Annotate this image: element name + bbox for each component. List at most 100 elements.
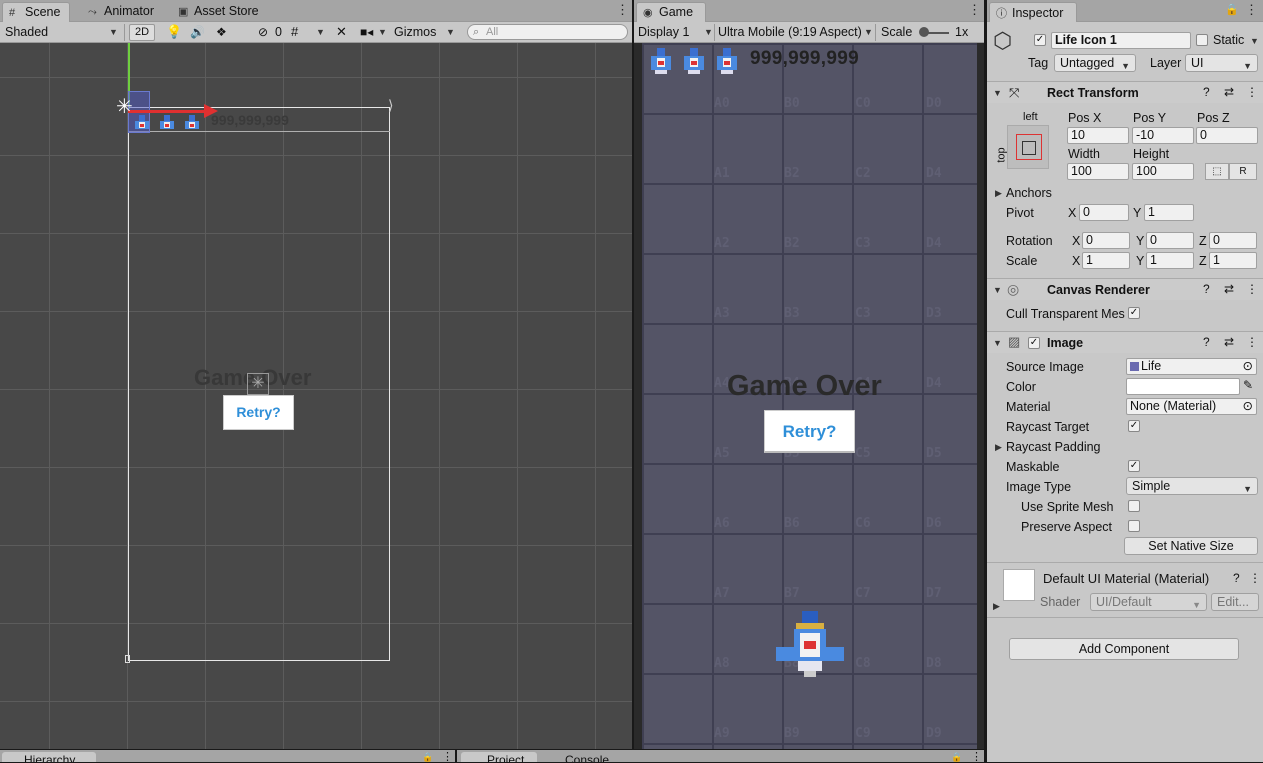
chevron-down-icon[interactable]: ▼ xyxy=(446,27,455,37)
scale-slider-handle[interactable] xyxy=(919,27,929,37)
blueprint-mode-button[interactable]: ⬚ xyxy=(1205,163,1229,180)
tag-dropdown[interactable]: Untagged ▼ xyxy=(1054,54,1136,72)
tab-hierarchy[interactable]: Hierarchy xyxy=(2,752,96,762)
scale-y-field[interactable]: 1 xyxy=(1146,252,1194,269)
pivot-x-field[interactable]: 0 xyxy=(1079,204,1129,221)
use-sprite-mesh-checkbox[interactable] xyxy=(1128,500,1140,512)
shader-dropdown[interactable]: UI/Default ▼ xyxy=(1090,593,1207,611)
lock-icon[interactable]: 🔒 xyxy=(1225,4,1239,16)
shader-edit-button[interactable]: Edit... xyxy=(1211,593,1259,611)
hidden-objects-icon[interactable]: ⊘ xyxy=(258,22,268,42)
lock-icon[interactable]: 🔒 xyxy=(951,752,962,763)
chevron-down-icon[interactable]: ▼ xyxy=(862,27,873,37)
rect-transform-header[interactable]: ▼ ⤧ Rect Transform ? ⇄ ⋮ xyxy=(987,81,1263,103)
tab-game[interactable]: ◉ Game xyxy=(636,2,706,22)
tab-project[interactable]: Project xyxy=(461,752,537,762)
camera-icon[interactable]: ■◂ xyxy=(360,22,373,42)
material-foldout-icon[interactable]: ▶ xyxy=(993,601,1000,612)
source-image-field[interactable]: Life ⊙ xyxy=(1126,358,1257,375)
gizmos-dropdown[interactable]: Gizmos xyxy=(394,22,436,42)
object-picker-icon[interactable]: ⊙ xyxy=(1243,399,1253,414)
game-retry-button[interactable]: Retry? xyxy=(764,410,855,453)
foldout-icon[interactable]: ▼ xyxy=(993,88,1002,98)
chevron-down-icon[interactable]: ▼ xyxy=(378,27,387,37)
tab-console[interactable]: Console xyxy=(551,752,631,762)
aspect-dropdown[interactable]: Ultra Mobile (9:19 Aspect) xyxy=(718,22,873,42)
material-field[interactable]: None (Material) ⊙ xyxy=(1126,398,1257,415)
lighting-icon[interactable]: 💡 xyxy=(166,22,182,42)
component-menu-icon[interactable]: ⋮ xyxy=(1249,571,1261,585)
rot-x-field[interactable]: 0 xyxy=(1082,232,1130,249)
help-icon[interactable]: ? xyxy=(1203,85,1210,99)
anchors-label[interactable]: Anchors xyxy=(1006,186,1052,200)
object-picker-icon[interactable]: ⊙ xyxy=(1243,359,1253,374)
raycast-padding-label[interactable]: Raycast Padding xyxy=(1006,440,1101,454)
chevron-down-icon[interactable]: ▼ xyxy=(1250,36,1259,46)
anchor-preset-button[interactable] xyxy=(1007,125,1049,169)
pos-x-field[interactable]: 10 xyxy=(1067,127,1129,144)
inspector-menu-icon[interactable]: ⋮ xyxy=(1245,3,1258,16)
raw-edit-button[interactable]: R xyxy=(1229,163,1257,180)
maskable-checkbox[interactable]: ✓ xyxy=(1128,460,1140,472)
width-field[interactable]: 100 xyxy=(1067,163,1129,180)
anchors-foldout-icon[interactable]: ▶ xyxy=(995,188,1002,199)
presets-icon[interactable]: ⇄ xyxy=(1224,282,1234,296)
tab-inspector[interactable]: ⓘ Inspector xyxy=(989,2,1077,22)
tab-scene[interactable]: # Scene xyxy=(2,2,70,22)
layer-dropdown[interactable]: UI ▼ xyxy=(1185,54,1258,72)
grid-icon[interactable]: # xyxy=(291,22,298,42)
project-menu-icon[interactable]: ⋮ xyxy=(971,750,982,763)
component-menu-icon[interactable]: ⋮ xyxy=(1246,335,1258,349)
set-native-size-button[interactable]: Set Native Size xyxy=(1124,537,1258,555)
help-icon[interactable]: ? xyxy=(1203,335,1210,349)
scale-z-field[interactable]: 1 xyxy=(1209,252,1257,269)
add-component-button[interactable]: Add Component xyxy=(1009,638,1239,660)
audio-icon[interactable]: 🔊 xyxy=(190,22,205,42)
effects-icon[interactable]: ❖ xyxy=(216,22,227,42)
help-icon[interactable]: ? xyxy=(1233,571,1240,585)
pos-y-field[interactable]: -10 xyxy=(1132,127,1194,144)
static-checkbox[interactable] xyxy=(1196,34,1208,46)
component-menu-icon[interactable]: ⋮ xyxy=(1246,85,1258,99)
preserve-aspect-checkbox[interactable] xyxy=(1128,520,1140,532)
image-type-dropdown[interactable]: Simple ▼ xyxy=(1126,477,1258,495)
shading-mode-dropdown[interactable]: Shaded ▼ xyxy=(5,22,120,42)
game-view[interactable]: A0 B0 C0 D0 A1 B2 C2 D4 A2 B2 C3 D4 A3 B3 C3 D3 A4 B4 C4 D4… xyxy=(642,43,977,749)
presets-icon[interactable]: ⇄ xyxy=(1224,335,1234,349)
raycast-target-checkbox[interactable]: ✓ xyxy=(1128,420,1140,432)
hierarchy-menu-icon[interactable]: ⋮ xyxy=(442,750,453,763)
pos-y-label: Pos Y xyxy=(1133,111,1167,125)
tools-icon[interactable]: ✕ xyxy=(336,22,347,42)
component-menu-icon[interactable]: ⋮ xyxy=(1246,282,1258,296)
canvas-renderer-header[interactable]: ▼ ◎ Canvas Renderer ? ⇄ ⋮ xyxy=(987,278,1263,300)
tab-asset-store[interactable]: ▣ Asset Store xyxy=(172,2,265,22)
scene-menu-icon[interactable]: ⋮ xyxy=(616,3,629,16)
foldout-icon[interactable]: ▼ xyxy=(993,285,1002,295)
scene-retry-button[interactable]: Retry? xyxy=(223,395,294,430)
presets-icon[interactable]: ⇄ xyxy=(1224,85,1234,99)
height-field[interactable]: 100 xyxy=(1132,163,1194,180)
tab-animator[interactable]: ⤳ Animator xyxy=(82,2,160,22)
game-menu-icon[interactable]: ⋮ xyxy=(968,3,981,16)
object-name-field[interactable]: Life Icon 1 xyxy=(1051,32,1191,49)
image-header[interactable]: ▼ ▨ ✓ Image ? ⇄ ⋮ xyxy=(987,331,1263,353)
foldout-icon[interactable]: ▼ xyxy=(993,338,1002,348)
scene-view[interactable]: ✳ ⟩ 999,999,999 Game Over ✳ Retry? xyxy=(0,43,632,749)
chevron-down-icon[interactable]: ▼ xyxy=(316,27,325,37)
rot-z-field[interactable]: 0 xyxy=(1209,232,1257,249)
mode-2d-button[interactable]: 2D xyxy=(129,24,156,41)
cull-transparent-checkbox[interactable]: ✓ xyxy=(1128,307,1140,319)
pivot-y-field[interactable]: 1 xyxy=(1144,204,1194,221)
pos-z-field[interactable]: 0 xyxy=(1196,127,1258,144)
lock-icon[interactable]: 🔒 xyxy=(422,752,433,763)
display-dropdown[interactable]: Display 1 ▼ xyxy=(638,22,714,42)
help-icon[interactable]: ? xyxy=(1203,282,1210,296)
rot-y-field[interactable]: 0 xyxy=(1146,232,1194,249)
active-checkbox[interactable]: ✓ xyxy=(1034,34,1046,46)
eyedropper-icon[interactable]: ✎ xyxy=(1243,378,1253,392)
raycast-padding-foldout-icon[interactable]: ▶ xyxy=(995,442,1002,453)
scene-search-input[interactable]: ⌕ All xyxy=(467,24,628,40)
scale-x-field[interactable]: 1 xyxy=(1082,252,1130,269)
image-enabled-checkbox[interactable]: ✓ xyxy=(1028,337,1040,349)
color-swatch[interactable] xyxy=(1126,378,1240,395)
